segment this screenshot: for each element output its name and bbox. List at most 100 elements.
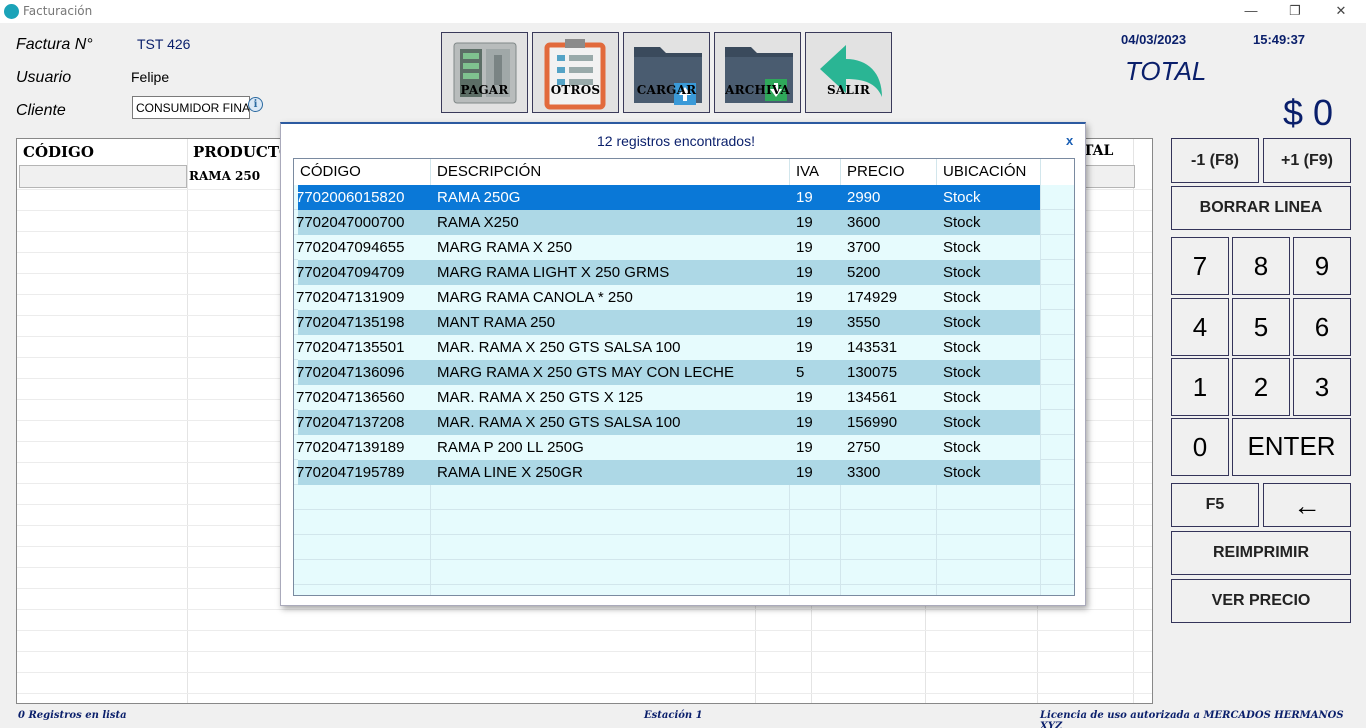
- cell-precio: 134561: [847, 389, 898, 406]
- table-row[interactable]: 7702047000700 RAMA X250 19 3600 Stock: [296, 210, 1040, 235]
- info-icon[interactable]: i: [248, 97, 263, 112]
- exit-arrow-icon: [820, 45, 882, 97]
- minimize-button[interactable]: —: [1228, 0, 1274, 23]
- table-column-line: [1040, 159, 1041, 595]
- key-0[interactable]: 0: [1171, 418, 1229, 476]
- cell-ubicacion: Stock: [943, 439, 981, 456]
- key-4[interactable]: 4: [1171, 298, 1229, 356]
- key-5[interactable]: 5: [1232, 298, 1290, 356]
- grid-header-producto: PRODUCTO: [193, 143, 293, 161]
- cell-precio: 5200: [847, 264, 881, 281]
- grid-row-total-cell[interactable]: [1083, 165, 1135, 188]
- folder-download-icon: [725, 47, 793, 103]
- cell-ubicacion: Stock: [943, 414, 981, 431]
- table-row-line: [294, 534, 1074, 535]
- table-row[interactable]: 7702047136560 MAR. RAMA X 250 GTS X 125 19…: [296, 385, 1040, 410]
- key-8[interactable]: 8: [1232, 237, 1290, 295]
- status-licencia: Licencia de uso autorizada a MERCADOS HE…: [1040, 710, 1344, 728]
- table-row[interactable]: 7702047137208 MAR. RAMA X 250 GTS SALSA 1…: [296, 410, 1040, 435]
- plus-one-button[interactable]: +1 (F9): [1263, 138, 1351, 183]
- grid-row-line: [17, 672, 1152, 673]
- backspace-button[interactable]: ←: [1263, 483, 1351, 527]
- enter-button[interactable]: ENTER: [1232, 418, 1351, 476]
- cell-iva: 19: [796, 189, 813, 206]
- maximize-button[interactable]: ❐: [1272, 0, 1318, 23]
- cell-iva: 5: [796, 364, 805, 381]
- col-header-iva[interactable]: IVA: [790, 159, 840, 184]
- table-row-selected[interactable]: 7702006015820 RAMA 250G 19 2990 Stock: [296, 185, 1040, 210]
- key-2[interactable]: 2: [1232, 358, 1290, 416]
- table-row[interactable]: 7702047131909 MARG RAMA CANOLA * 250 19 174…: [296, 285, 1040, 310]
- cell-iva: 19: [796, 464, 813, 481]
- cell-descripcion: MARG RAMA X 250: [437, 239, 573, 256]
- col-header-descripcion[interactable]: DESCRIPCIÓN: [431, 159, 789, 184]
- reimprimir-button[interactable]: REIMPRIMIR: [1171, 531, 1351, 575]
- cell-precio: 143531: [847, 339, 898, 356]
- table-row[interactable]: 7702047135198 MANT RAMA 250 19 3550 Stock: [296, 310, 1040, 335]
- borrar-linea-button[interactable]: BORRAR LINEA: [1171, 186, 1351, 230]
- ver-precio-button[interactable]: VER PRECIO: [1171, 579, 1351, 623]
- table-row[interactable]: 7702047135501 MAR. RAMA X 250 GTS SALSA 1…: [296, 335, 1040, 360]
- col-header-codigo[interactable]: CÓDIGO: [294, 159, 430, 184]
- table-row-line: [294, 509, 1074, 510]
- window-title: Facturación: [23, 4, 93, 18]
- cell-descripcion: MARG RAMA X 250 GTS MAY CON LECHE: [437, 364, 735, 381]
- col-header-precio[interactable]: PRECIO: [841, 159, 936, 184]
- pagar-label: PAGAR: [460, 83, 509, 97]
- grid-row-code-cell[interactable]: [19, 165, 187, 188]
- grid-header-total: TAL: [1083, 143, 1114, 159]
- status-registros: 0 Registros en lista: [18, 710, 127, 721]
- cell-descripcion: MARG RAMA CANOLA * 250: [437, 289, 633, 306]
- table-row[interactable]: 7702047094655 MARG RAMA X 250 19 3700 Stock: [296, 235, 1040, 260]
- cell-iva: 19: [796, 339, 813, 356]
- app-cart-icon: [4, 4, 19, 19]
- close-dialog-button[interactable]: x: [1066, 133, 1073, 148]
- pagar-button[interactable]: PAGAR: [441, 32, 528, 113]
- cell-iva: 19: [796, 289, 813, 306]
- otros-button[interactable]: OTROS: [532, 32, 619, 113]
- f5-button[interactable]: F5: [1171, 483, 1259, 527]
- cell-ubicacion: Stock: [943, 214, 981, 231]
- close-window-button[interactable]: ✕: [1318, 0, 1364, 23]
- otros-label: OTROS: [550, 83, 601, 97]
- cell-ubicacion: Stock: [943, 239, 981, 256]
- cell-ubicacion: Stock: [943, 264, 981, 281]
- cell-descripcion: MAR. RAMA X 250 GTS SALSA 100: [437, 414, 681, 431]
- salir-label: SALIR: [827, 83, 870, 97]
- results-count-message: 12 registros encontrados!: [597, 133, 755, 149]
- cell-ubicacion: Stock: [943, 389, 981, 406]
- salir-button[interactable]: SALIR: [805, 32, 892, 113]
- results-table[interactable]: CÓDIGO DESCRIPCIÓN IVA PRECIO UBICACIÓN …: [293, 158, 1075, 596]
- cell-codigo: 7702047136560: [296, 389, 405, 406]
- usuario-label: Usuario: [16, 69, 72, 86]
- archiva-button[interactable]: ARCHIVA: [714, 32, 801, 113]
- cell-ubicacion: Stock: [943, 464, 981, 481]
- cell-ubicacion: Stock: [943, 289, 981, 306]
- key-7[interactable]: 7: [1171, 237, 1229, 295]
- date-display: 04/03/2023: [1121, 32, 1187, 47]
- col-header-ubicacion[interactable]: UBICACIÓN: [937, 159, 1040, 184]
- cell-codigo: 7702006015820: [296, 189, 405, 206]
- cell-precio: 156990: [847, 414, 898, 431]
- table-row[interactable]: 7702047136096 MARG RAMA X 250 GTS MAY CON…: [296, 360, 1040, 385]
- cell-codigo: 7702047136096: [296, 364, 405, 381]
- cell-iva: 19: [796, 389, 813, 406]
- total-value: $ 0: [1283, 92, 1334, 133]
- cargar-button[interactable]: CARGAR: [623, 32, 710, 113]
- table-row[interactable]: 7702047139189 RAMA P 200 LL 250G 19 2750 Sto…: [296, 435, 1040, 460]
- minus-one-button[interactable]: -1 (F8): [1171, 138, 1259, 183]
- factura-number: TST 426: [137, 36, 191, 52]
- table-row[interactable]: 7702047094709 MARG RAMA LIGHT X 250 GRMS 1…: [296, 260, 1040, 285]
- time-display: 15:49:37: [1253, 32, 1306, 47]
- table-row[interactable]: 7702047195789 RAMA LINE X 250GR 19 3300 Stoc…: [296, 460, 1040, 485]
- grid-row-line: [17, 609, 1152, 610]
- cell-iva: 19: [796, 414, 813, 431]
- key-6[interactable]: 6: [1293, 298, 1351, 356]
- cliente-field[interactable]: CONSUMIDOR FINAL: [132, 96, 250, 119]
- key-9[interactable]: 9: [1293, 237, 1351, 295]
- cell-codigo: 7702047195789: [296, 464, 405, 481]
- key-3[interactable]: 3: [1293, 358, 1351, 416]
- key-1[interactable]: 1: [1171, 358, 1229, 416]
- total-label: TOTAL: [1125, 56, 1207, 86]
- cell-precio: 2750: [847, 439, 881, 456]
